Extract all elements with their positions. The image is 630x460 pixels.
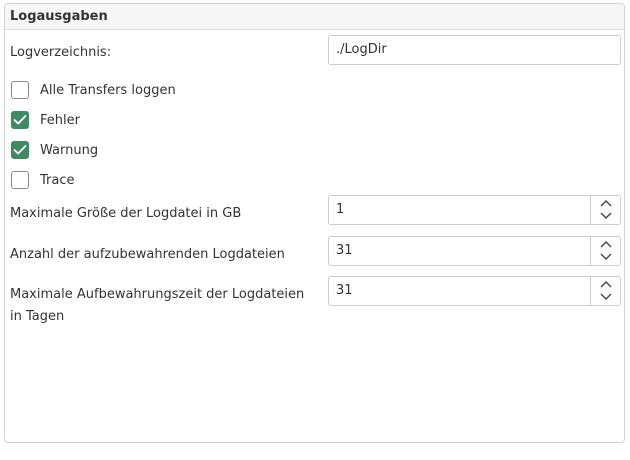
chevron-down-icon [600, 293, 611, 300]
log-directory-label: Logverzeichnis: [10, 45, 112, 60]
logfile-count-label: Anzahl der aufzubewahrenden Logdateien [10, 247, 285, 262]
increment-button[interactable] [591, 197, 620, 211]
logfile-count-value: 31 [336, 243, 353, 258]
trace-label: Trace [40, 172, 75, 188]
chevron-down-icon [600, 212, 611, 219]
errors-checkbox[interactable] [11, 111, 29, 129]
retention-days-label-line2: in Tagen [10, 309, 65, 324]
logfile-count-spinner[interactable]: 31 [328, 236, 621, 266]
max-logfile-size-spinner[interactable]: 1 [328, 195, 621, 225]
chevron-up-icon [600, 281, 611, 288]
check-icon [13, 115, 27, 125]
max-logfile-size-label: Maximale Größe der Logdatei in GB [10, 206, 242, 221]
spinner-buttons [590, 237, 620, 265]
increment-button[interactable] [591, 278, 620, 292]
errors-label: Fehler [40, 112, 80, 128]
spinner-buttons [590, 277, 620, 305]
log-directory-input[interactable]: ./LogDir [328, 35, 621, 65]
checkbox-row-all-transfers[interactable]: Alle Transfers loggen [11, 79, 176, 101]
checkbox-row-warnings[interactable]: Warnung [11, 139, 98, 161]
retention-days-spinner[interactable]: 31 [328, 276, 621, 306]
spinner-buttons [590, 196, 620, 224]
max-logfile-size-value: 1 [336, 202, 345, 217]
checkbox-row-trace[interactable]: Trace [11, 169, 75, 191]
all-transfers-checkbox[interactable] [11, 81, 29, 99]
decrement-button[interactable] [591, 291, 620, 305]
increment-button[interactable] [591, 238, 620, 252]
retention-days-label-line1: Maximale Aufbewahrungszeit der Logdateie… [10, 287, 305, 302]
chevron-down-icon [600, 253, 611, 260]
warnings-checkbox[interactable] [11, 141, 29, 159]
warnings-label: Warnung [40, 142, 99, 158]
checkbox-row-errors[interactable]: Fehler [11, 109, 80, 131]
chevron-up-icon [600, 241, 611, 248]
decrement-button[interactable] [591, 251, 620, 265]
chevron-up-icon [600, 200, 611, 207]
decrement-button[interactable] [591, 210, 620, 224]
trace-checkbox[interactable] [11, 171, 29, 189]
panel-title: Logausgaben [5, 4, 624, 30]
retention-days-value: 31 [336, 283, 353, 298]
check-icon [13, 145, 27, 155]
all-transfers-label: Alle Transfers loggen [40, 82, 176, 98]
